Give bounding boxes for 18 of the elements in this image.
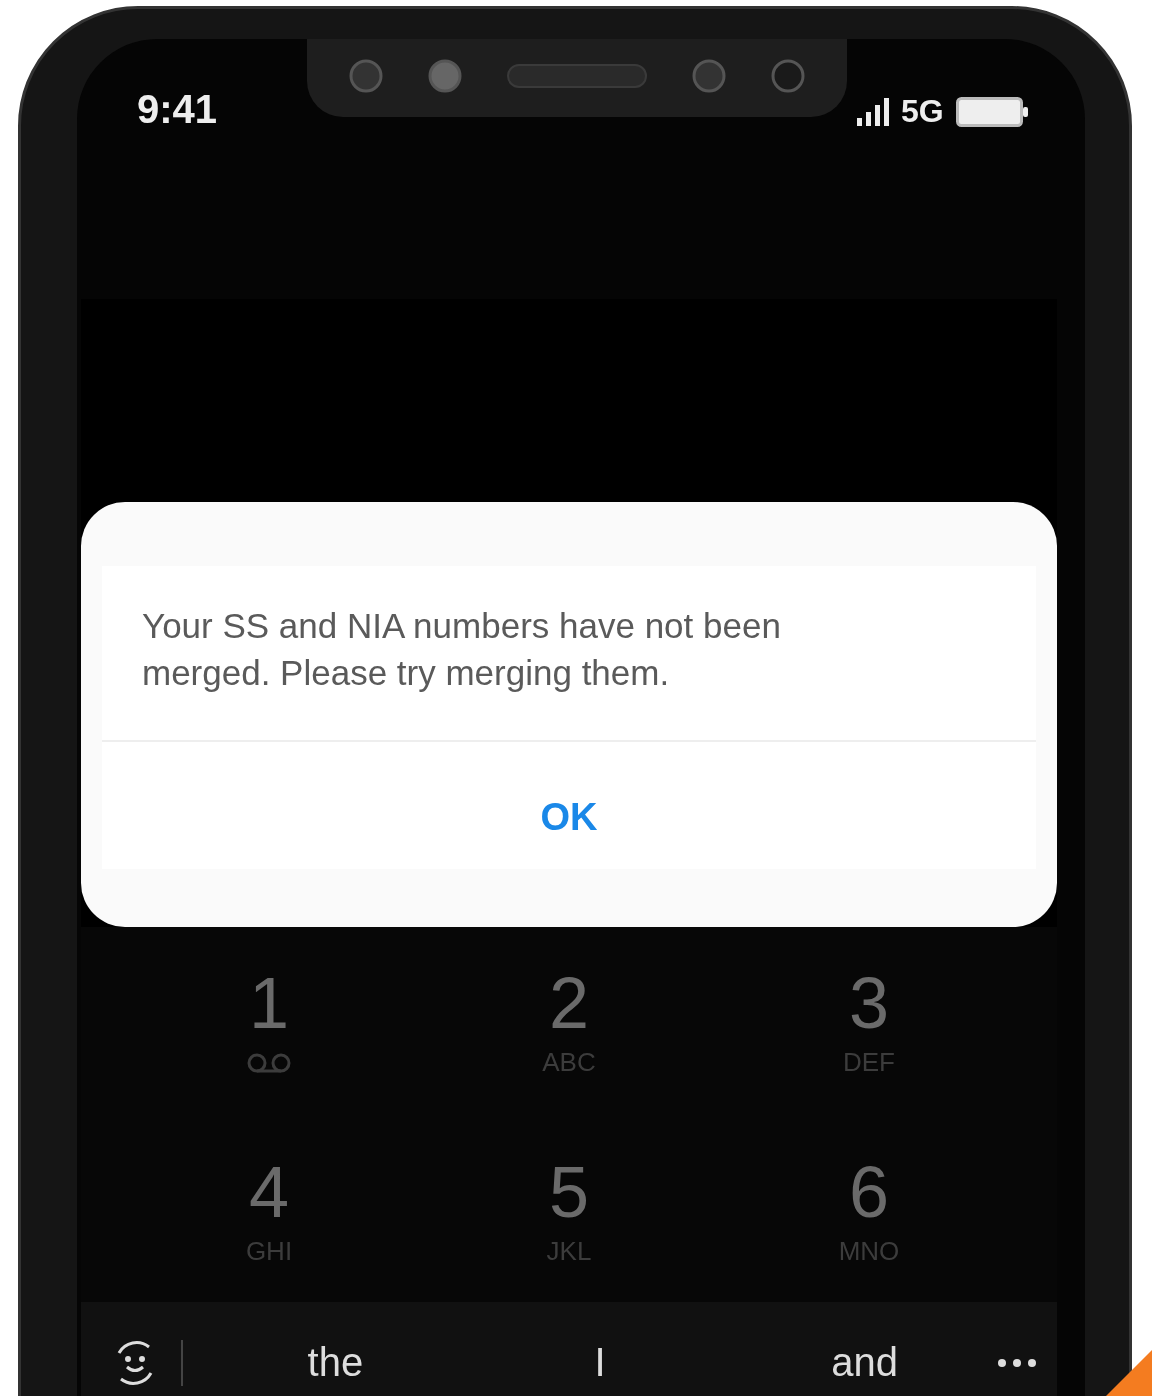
clock-time: 9:41: [137, 87, 219, 132]
signal-icon: [857, 97, 889, 126]
voicemail-icon: [246, 1051, 292, 1075]
suggestion-word[interactable]: and: [732, 1339, 997, 1386]
suggestion-word[interactable]: the: [203, 1339, 468, 1386]
ok-button[interactable]: OK: [102, 742, 1036, 869]
more-icon[interactable]: [997, 1357, 1037, 1368]
dialog-message: Your SS and NIA numbers have not been merged. Please try merging them.: [141, 605, 782, 694]
battery-icon: [955, 96, 1028, 127]
camera-icon: [349, 59, 384, 93]
camera-icon: [691, 59, 726, 93]
camera-icon: [428, 59, 463, 93]
network-label: 5G: [901, 93, 944, 130]
camera-icon: [770, 59, 805, 93]
corner-decoration: [1106, 1350, 1152, 1396]
suggestion-word[interactable]: I: [467, 1339, 733, 1386]
speaker-grille-icon: [507, 64, 647, 88]
dial-key[interactable]: 1: [119, 965, 419, 1114]
